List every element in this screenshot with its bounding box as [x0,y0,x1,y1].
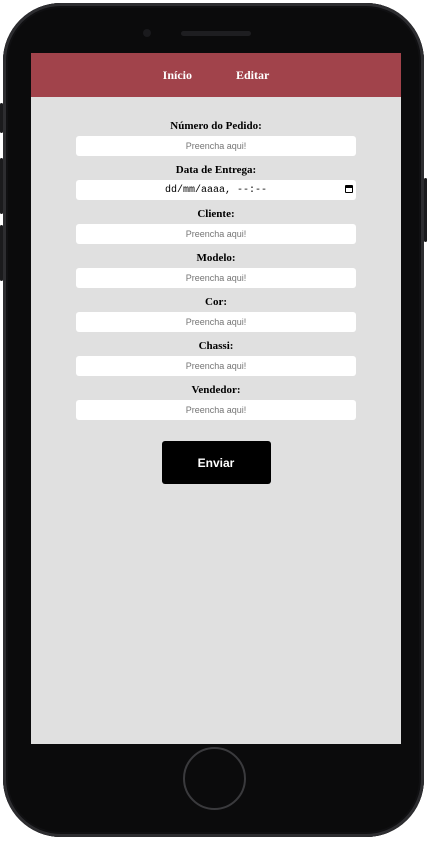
field-label: Vendedor: [191,384,241,396]
front-camera [143,29,151,37]
data-entrega-input[interactable]: dd/mm/aaaa, --:-- [76,180,356,200]
earpiece-speaker [181,31,251,36]
field-modelo: Modelo: [76,251,356,288]
cor-input[interactable] [76,312,356,332]
field-data-entrega: Data de Entrega: dd/mm/aaaa, --:-- [76,163,356,200]
field-label: Cor: [205,296,227,308]
field-label: Número do Pedido: [170,120,262,132]
volume-up-button [0,158,3,214]
field-chassi: Chassi: [76,339,356,376]
field-label: Modelo: [196,252,236,264]
field-cliente: Cliente: [76,207,356,244]
submit-button[interactable]: Enviar [161,441,271,484]
vendedor-input[interactable] [76,400,356,420]
chassi-input[interactable] [76,356,356,376]
home-button[interactable] [183,747,246,810]
field-label: Data de Entrega: [175,164,257,176]
mute-switch [0,103,3,133]
field-cor: Cor: [76,295,356,332]
date-placeholder: dd/mm/aaaa, --:-- [164,184,268,196]
volume-down-button [0,225,3,281]
order-form: Número do Pedido: Data de Entrega: dd/mm… [31,97,401,484]
power-button [424,178,427,242]
calendar-icon[interactable] [345,185,353,193]
nav-link-inicio[interactable]: Início [163,68,192,83]
cliente-input[interactable] [76,224,356,244]
field-label: Chassi: [198,340,234,352]
phone-frame: Início Editar Número do Pedido: Data de … [0,3,427,837]
navbar: Início Editar [31,53,401,97]
field-vendedor: Vendedor: [76,383,356,420]
modelo-input[interactable] [76,268,356,288]
app-screen: Início Editar Número do Pedido: Data de … [31,53,401,744]
field-numero-pedido: Número do Pedido: [76,119,356,156]
numero-pedido-input[interactable] [76,136,356,156]
nav-link-editar[interactable]: Editar [236,68,269,83]
field-label: Cliente: [197,208,235,220]
